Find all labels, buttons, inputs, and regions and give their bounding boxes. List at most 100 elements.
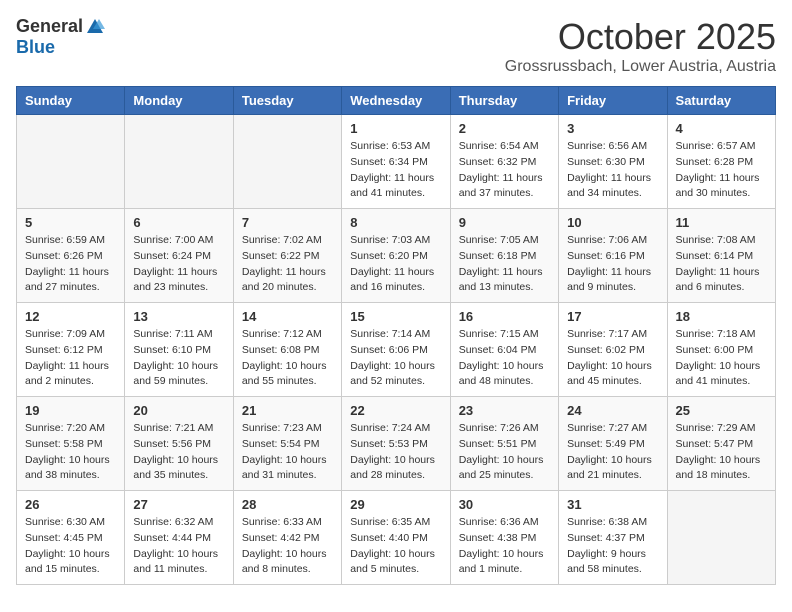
day-cell: 12Sunrise: 7:09 AMSunset: 6:12 PMDayligh… [17, 303, 125, 397]
day-info: Sunrise: 7:05 AMSunset: 6:18 PMDaylight:… [459, 233, 550, 296]
title-block: October 2025 Grossrussbach, Lower Austri… [505, 16, 776, 76]
day-cell: 25 Sunrise: 7:29 AMSunset: 5:47 PMDayligh… [667, 397, 775, 491]
day-cell: 20Sunrise: 7:21 AMSunset: 5:56 PMDayligh… [125, 397, 233, 491]
day-number: 13 [133, 309, 224, 324]
week-row-2: 5 Sunrise: 6:59 AMSunset: 6:26 PMDaylight… [17, 209, 776, 303]
logo-blue-text: Blue [16, 37, 55, 58]
day-cell: 27Sunrise: 6:32 AMSunset: 4:44 PMDayligh… [125, 491, 233, 585]
day-number: 4 [676, 121, 767, 136]
day-cell: 11Sunrise: 7:08 AMSunset: 6:14 PMDayligh… [667, 209, 775, 303]
day-cell: 5 Sunrise: 6:59 AMSunset: 6:26 PMDaylight… [17, 209, 125, 303]
logo-icon [85, 17, 105, 37]
day-cell: 24 Sunrise: 7:27 AMSunset: 5:49 PMDayligh… [559, 397, 667, 491]
day-info: Sunrise: 7:26 AMSunset: 5:51 PMDaylight:… [459, 421, 550, 484]
day-cell: 4 Sunrise: 6:57 AMSunset: 6:28 PMDaylight… [667, 115, 775, 209]
day-info: Sunrise: 6:33 AMSunset: 4:42 PMDaylight:… [242, 515, 333, 578]
day-cell: 15 Sunrise: 7:14 AMSunset: 6:06 PMDayligh… [342, 303, 450, 397]
day-info: Sunrise: 7:29 AMSunset: 5:47 PMDaylight:… [676, 421, 767, 484]
weekday-header-tuesday: Tuesday [233, 87, 341, 115]
day-cell: 8 Sunrise: 7:03 AMSunset: 6:20 PMDaylight… [342, 209, 450, 303]
day-cell: 10 Sunrise: 7:06 AMSunset: 6:16 PMDayligh… [559, 209, 667, 303]
day-number: 26 [25, 497, 116, 512]
day-info: Sunrise: 6:59 AMSunset: 6:26 PMDaylight:… [25, 233, 116, 296]
location-title: Grossrussbach, Lower Austria, Austria [505, 58, 776, 76]
day-cell: 29 Sunrise: 6:35 AMSunset: 4:40 PMDayligh… [342, 491, 450, 585]
day-cell: 18Sunrise: 7:18 AMSunset: 6:00 PMDayligh… [667, 303, 775, 397]
day-cell: 26Sunrise: 6:30 AMSunset: 4:45 PMDayligh… [17, 491, 125, 585]
day-info: Sunrise: 7:02 AMSunset: 6:22 PMDaylight:… [242, 233, 333, 296]
day-info: Sunrise: 6:38 AMSunset: 4:37 PMDaylight:… [567, 515, 658, 578]
day-number: 28 [242, 497, 333, 512]
day-info: Sunrise: 6:36 AMSunset: 4:38 PMDaylight:… [459, 515, 550, 578]
day-cell [125, 115, 233, 209]
day-info: Sunrise: 6:32 AMSunset: 4:44 PMDaylight:… [133, 515, 224, 578]
day-info: Sunrise: 6:35 AMSunset: 4:40 PMDaylight:… [350, 515, 441, 578]
calendar-table: SundayMondayTuesdayWednesdayThursdayFrid… [16, 86, 776, 585]
day-info: Sunrise: 7:12 AMSunset: 6:08 PMDaylight:… [242, 327, 333, 390]
day-cell: 6Sunrise: 7:00 AMSunset: 6:24 PMDaylight… [125, 209, 233, 303]
day-cell: 16 Sunrise: 7:15 AMSunset: 6:04 PMDayligh… [450, 303, 558, 397]
day-info: Sunrise: 7:17 AMSunset: 6:02 PMDaylight:… [567, 327, 658, 390]
day-number: 1 [350, 121, 441, 136]
day-number: 18 [676, 309, 767, 324]
day-number: 16 [459, 309, 550, 324]
day-info: Sunrise: 6:53 AMSunset: 6:34 PMDaylight:… [350, 139, 441, 202]
day-cell [17, 115, 125, 209]
day-cell: 9 Sunrise: 7:05 AMSunset: 6:18 PMDaylight… [450, 209, 558, 303]
weekday-header-thursday: Thursday [450, 87, 558, 115]
day-number: 10 [567, 215, 658, 230]
day-number: 25 [676, 403, 767, 418]
day-cell: 21Sunrise: 7:23 AMSunset: 5:54 PMDayligh… [233, 397, 341, 491]
month-title: October 2025 [505, 16, 776, 58]
day-info: Sunrise: 6:57 AMSunset: 6:28 PMDaylight:… [676, 139, 767, 202]
day-cell: 30 Sunrise: 6:36 AMSunset: 4:38 PMDayligh… [450, 491, 558, 585]
day-info: Sunrise: 7:09 AMSunset: 6:12 PMDaylight:… [25, 327, 116, 390]
day-info: Sunrise: 7:15 AMSunset: 6:04 PMDaylight:… [459, 327, 550, 390]
day-cell: 22 Sunrise: 7:24 AMSunset: 5:53 PMDayligh… [342, 397, 450, 491]
weekday-header-row: SundayMondayTuesdayWednesdayThursdayFrid… [17, 87, 776, 115]
day-number: 15 [350, 309, 441, 324]
day-cell: 23 Sunrise: 7:26 AMSunset: 5:51 PMDayligh… [450, 397, 558, 491]
day-cell: 1 Sunrise: 6:53 AMSunset: 6:34 PMDaylight… [342, 115, 450, 209]
day-cell: 3Sunrise: 6:56 AMSunset: 6:30 PMDaylight… [559, 115, 667, 209]
weekday-header-friday: Friday [559, 87, 667, 115]
day-number: 5 [25, 215, 116, 230]
day-info: Sunrise: 7:24 AMSunset: 5:53 PMDaylight:… [350, 421, 441, 484]
day-number: 6 [133, 215, 224, 230]
day-number: 2 [459, 121, 550, 136]
day-info: Sunrise: 7:03 AMSunset: 6:20 PMDaylight:… [350, 233, 441, 296]
day-number: 24 [567, 403, 658, 418]
day-number: 11 [676, 215, 767, 230]
weekday-header-monday: Monday [125, 87, 233, 115]
day-number: 3 [567, 121, 658, 136]
week-row-1: 1 Sunrise: 6:53 AMSunset: 6:34 PMDaylight… [17, 115, 776, 209]
day-number: 9 [459, 215, 550, 230]
day-number: 23 [459, 403, 550, 418]
day-number: 7 [242, 215, 333, 230]
day-number: 22 [350, 403, 441, 418]
week-row-3: 12Sunrise: 7:09 AMSunset: 6:12 PMDayligh… [17, 303, 776, 397]
day-info: Sunrise: 7:20 AMSunset: 5:58 PMDaylight:… [25, 421, 116, 484]
day-cell: 7 Sunrise: 7:02 AMSunset: 6:22 PMDaylight… [233, 209, 341, 303]
day-cell: 14Sunrise: 7:12 AMSunset: 6:08 PMDayligh… [233, 303, 341, 397]
day-number: 21 [242, 403, 333, 418]
day-cell [667, 491, 775, 585]
day-info: Sunrise: 7:14 AMSunset: 6:06 PMDaylight:… [350, 327, 441, 390]
day-number: 31 [567, 497, 658, 512]
day-info: Sunrise: 7:27 AMSunset: 5:49 PMDaylight:… [567, 421, 658, 484]
day-cell: 31 Sunrise: 6:38 AMSunset: 4:37 PMDayligh… [559, 491, 667, 585]
day-number: 30 [459, 497, 550, 512]
logo-general-text: General [16, 16, 83, 37]
day-cell [233, 115, 341, 209]
weekday-header-wednesday: Wednesday [342, 87, 450, 115]
day-number: 29 [350, 497, 441, 512]
day-number: 20 [133, 403, 224, 418]
page-header: General Blue October 2025 Grossrussbach,… [16, 16, 776, 76]
day-info: Sunrise: 6:54 AMSunset: 6:32 PMDaylight:… [459, 139, 550, 202]
day-cell: 17 Sunrise: 7:17 AMSunset: 6:02 PMDayligh… [559, 303, 667, 397]
day-number: 8 [350, 215, 441, 230]
day-number: 17 [567, 309, 658, 324]
day-info: Sunrise: 7:11 AMSunset: 6:10 PMDaylight:… [133, 327, 224, 390]
day-info: Sunrise: 7:06 AMSunset: 6:16 PMDaylight:… [567, 233, 658, 296]
weekday-header-sunday: Sunday [17, 87, 125, 115]
